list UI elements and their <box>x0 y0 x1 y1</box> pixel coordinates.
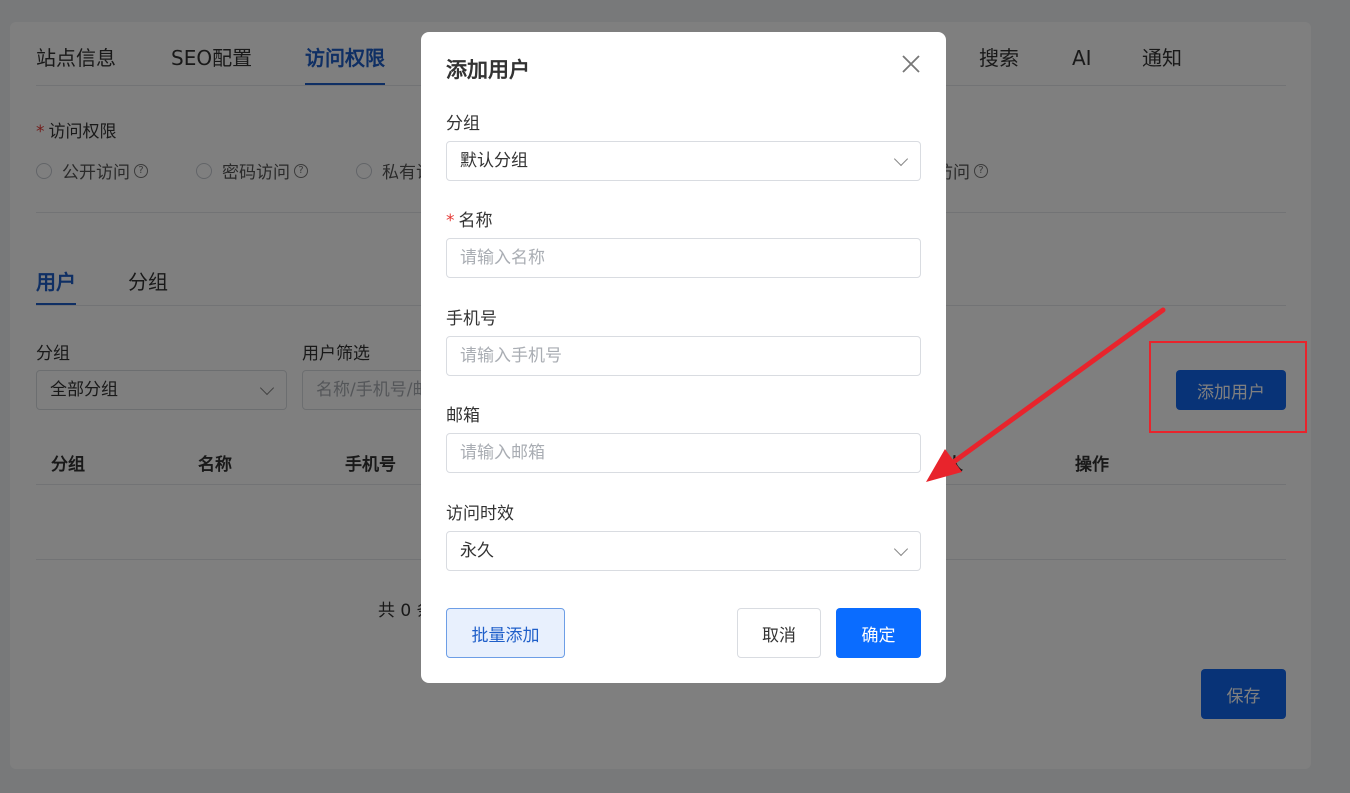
dialog-validity-label: 访问时效 <box>446 504 514 524</box>
dialog-title: 添加用户 <box>446 58 530 82</box>
dialog-name-label-text: 名称 <box>458 211 493 231</box>
chevron-down-icon <box>893 541 909 557</box>
dialog-phone-label: 手机号 <box>446 309 497 329</box>
confirm-button[interactable]: 确定 <box>836 608 921 658</box>
dialog-email-label: 邮箱 <box>446 406 480 426</box>
dialog-group-select[interactable]: 默认分组 <box>446 141 921 181</box>
dialog-name-label: * 名称 <box>446 206 493 231</box>
dialog-group-value: 默认分组 <box>460 151 528 171</box>
add-user-dialog: 添加用户 分组 默认分组 *名称 手机号 邮箱 访问时效 永久 批量添加 取消 … <box>421 32 946 683</box>
chevron-down-icon <box>893 151 909 167</box>
email-input[interactable] <box>446 433 921 473</box>
validity-select[interactable]: 永久 <box>446 531 921 571</box>
name-input[interactable] <box>446 238 921 278</box>
batch-add-button[interactable]: 批量添加 <box>446 608 565 658</box>
validity-value: 永久 <box>460 541 494 561</box>
annotation-highlight-box <box>1149 341 1307 433</box>
required-mark: * <box>446 211 455 231</box>
phone-input[interactable] <box>446 336 921 376</box>
cancel-button[interactable]: 取消 <box>737 608 821 658</box>
dialog-group-label: 分组 <box>446 114 480 134</box>
close-icon[interactable] <box>899 52 923 76</box>
